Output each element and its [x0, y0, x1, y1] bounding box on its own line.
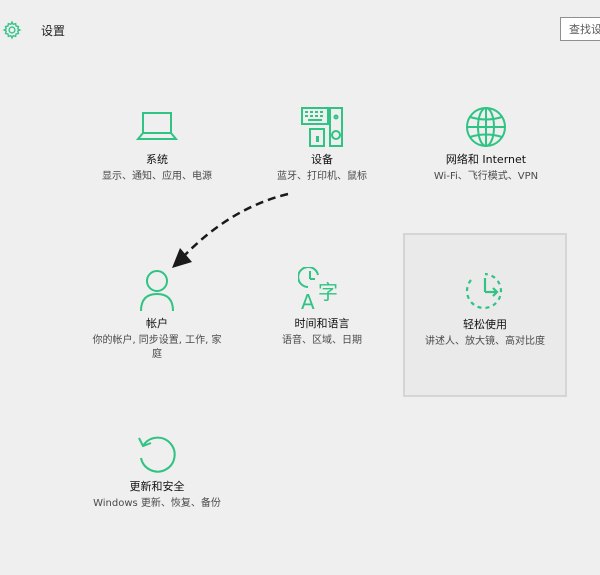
- update-icon: [131, 430, 183, 478]
- tile-ease-of-access[interactable]: 轻松使用 讲述人、放大镜、高对比度: [403, 233, 567, 397]
- tile-accounts-label: 帐户: [146, 317, 168, 330]
- laptop-icon: [131, 103, 183, 151]
- tile-devices[interactable]: 设备 蓝牙、打印机、鼠标: [247, 103, 397, 248]
- tile-accounts[interactable]: 帐户 你的帐户, 同步设置, 工作, 家庭: [82, 266, 232, 411]
- search-input[interactable]: [561, 18, 600, 41]
- tile-time-language[interactable]: A 字 时间和语言 语音、区域、日期: [247, 266, 397, 411]
- tile-update-security[interactable]: 更新和安全 Windows 更新、恢复、备份: [82, 430, 232, 575]
- tile-ease-of-access-description: 讲述人、放大镜、高对比度: [425, 336, 545, 347]
- tile-time-language-description: 语音、区域、日期: [282, 335, 362, 346]
- tile-devices-label: 设备: [311, 153, 333, 166]
- tile-system-description: 显示、通知、应用、电源: [102, 171, 212, 182]
- tile-ease-of-access-label: 轻松使用: [463, 318, 507, 331]
- tile-network-description: Wi-Fi、飞行模式、VPN: [433, 171, 539, 182]
- tile-update-security-description: Windows 更新、恢复、备份: [93, 498, 221, 509]
- tile-system[interactable]: 系统 显示、通知、应用、电源: [82, 103, 232, 248]
- svg-text:字: 字: [318, 280, 338, 304]
- tile-time-language-label: 时间和语言: [294, 317, 350, 330]
- page-title: 设置: [41, 24, 66, 38]
- title-bar: 设置: [0, 0, 600, 60]
- person-icon: [131, 266, 183, 314]
- svg-text:A: A: [301, 290, 315, 313]
- globe-icon: [460, 103, 512, 151]
- devices-icon: [296, 103, 348, 151]
- tile-accounts-description: 你的帐户, 同步设置, 工作, 家庭: [92, 335, 222, 360]
- tile-update-security-label: 更新和安全: [129, 480, 185, 493]
- tile-network-label: 网络和 Internet: [445, 153, 527, 166]
- search-field[interactable]: [560, 17, 600, 41]
- tile-network[interactable]: 网络和 Internet Wi-Fi、飞行模式、VPN: [411, 103, 561, 248]
- ease-of-access-icon: [459, 268, 511, 316]
- tile-system-label: 系统: [146, 153, 168, 166]
- gear-icon: [2, 20, 22, 40]
- tile-devices-description: 蓝牙、打印机、鼠标: [277, 171, 367, 182]
- time-language-icon: A 字: [296, 266, 348, 314]
